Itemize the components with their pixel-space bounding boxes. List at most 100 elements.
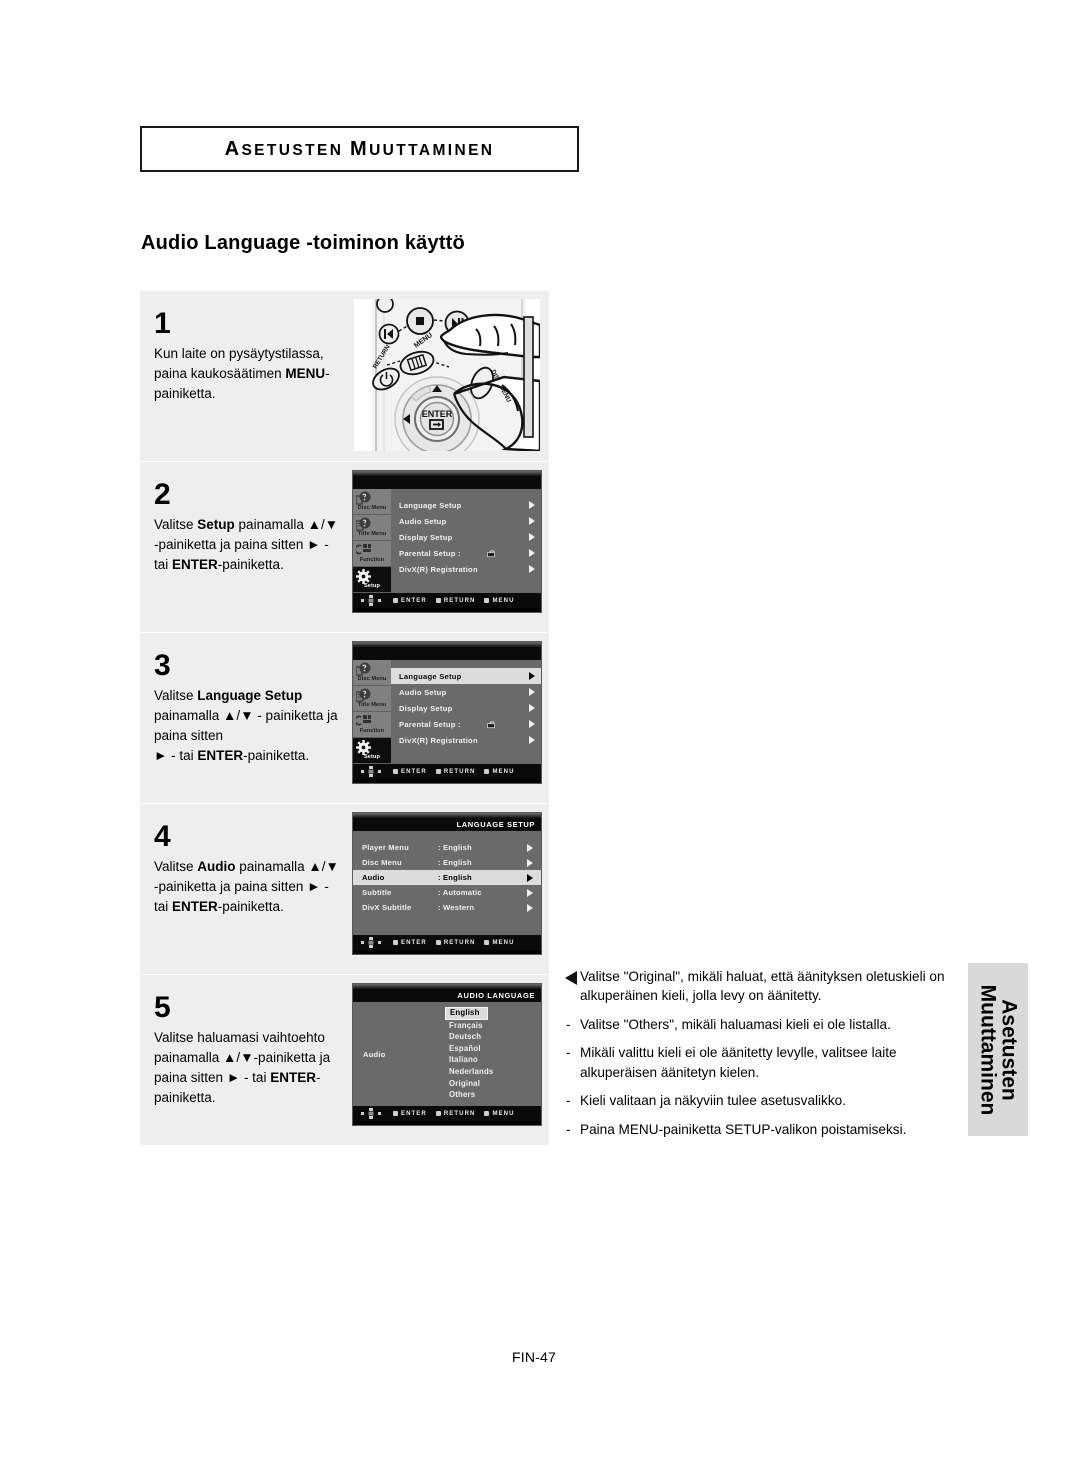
manual-page: ASETUSTEN MUUTTAMINEN Audio Language -to… <box>0 0 1080 1482</box>
row-label: Player Menu <box>362 843 409 852</box>
step-1-number: 1 <box>154 307 171 340</box>
row-player-menu[interactable]: Player Menu : English <box>353 840 541 855</box>
dpad-icon <box>361 937 381 948</box>
gear-icon <box>356 740 371 755</box>
sidebar-item-disc-menu[interactable]: Disc Menu <box>353 489 391 515</box>
audio-language-title: AUDIO LANGUAGE <box>353 989 541 1002</box>
hint-return-label: RETURN <box>443 768 476 775</box>
sidebar-item-function[interactable]: Function <box>353 712 391 738</box>
page-title: Audio Language -toiminon käyttö <box>141 232 465 254</box>
sidebar-item-setup[interactable]: Setup <box>353 567 391 593</box>
language-setup-screen: LANGUAGE SETUP Player Menu : English Dis… <box>352 812 542 955</box>
menu-row-parental-setup[interactable]: Parental Setup : <box>391 545 541 561</box>
note-text: Kieli valitaan ja näkyviin tulee asetusv… <box>580 1093 846 1109</box>
audio-option-espanol[interactable]: Español <box>445 1043 541 1055</box>
menu-row-audio-setup[interactable]: Audio Setup <box>391 513 541 529</box>
language-setup-rows: Player Menu : English Disc Menu : Englis… <box>353 831 541 935</box>
step-5-body: Valitse haluamasi vaihtoehto painamalla … <box>154 1030 331 1105</box>
remote-illustration: MENU RETURN DISC MENU <box>354 299 540 451</box>
step-4-text: 4 Valitse Audio painamalla ▲/▼ -painiket… <box>140 804 345 974</box>
chevron-right-icon <box>527 903 533 912</box>
row-label: Disc Menu <box>362 858 402 867</box>
row-label: Audio <box>362 873 385 882</box>
step-1-media: MENU RETURN DISC MENU <box>345 291 549 461</box>
sidebar-item-title-menu[interactable]: Title Menu <box>353 515 391 541</box>
menu-row-language-setup[interactable]: Language Setup <box>391 668 541 684</box>
menu-row-label: DivX(R) Registration <box>399 564 478 574</box>
audio-language-screen: AUDIO LANGUAGE Audio English Français De… <box>352 983 542 1126</box>
audio-label-column: Audio <box>353 1002 445 1106</box>
audio-option-francais[interactable]: Français <box>445 1020 541 1032</box>
audio-option-others[interactable]: Others <box>445 1089 541 1101</box>
osd-titlebar <box>353 647 541 660</box>
hint-enter: ENTER <box>393 598 427 604</box>
step-4-body: Valitse Audio painamalla ▲/▼ -painiketta… <box>154 859 339 914</box>
osd-sidebar: Disc Menu Title Menu Function Setup <box>353 660 391 764</box>
side-tab-line-1: Asetusten <box>997 998 1021 1101</box>
hint-menu: MENU <box>484 598 514 604</box>
row-label: DivX Subtitle <box>362 903 412 912</box>
osd-main: Disc Menu Title Menu Function Setup Lang… <box>353 489 541 593</box>
menu-row-parental-setup[interactable]: Parental Setup : <box>391 716 541 732</box>
step-3-text: 3 Valitse Language Setup painamalla ▲/▼ … <box>140 633 345 803</box>
step-3-number: 3 <box>154 649 171 682</box>
chapter-header-label: ASETUSTEN MUUTTAMINEN <box>224 137 495 160</box>
audio-option-deutsch[interactable]: Deutsch <box>445 1031 541 1043</box>
notes-list: - Valitse "Original", mikäli haluat, ett… <box>565 967 956 1148</box>
page-number: FIN-47 <box>512 1349 556 1365</box>
function-icon <box>354 543 372 558</box>
osd-bottom-bar: ENTER RETURN MENU <box>353 764 541 779</box>
language-setup-title: LANGUAGE SETUP <box>353 818 541 831</box>
audio-option-original[interactable]: Original <box>445 1078 541 1090</box>
hint-menu-label: MENU <box>492 1110 515 1117</box>
step-4-number: 4 <box>154 820 171 853</box>
svg-text:ENTER: ENTER <box>422 409 453 419</box>
audio-option-nederlands[interactable]: Nederlands <box>445 1066 541 1078</box>
menu-row-audio-setup[interactable]: Audio Setup <box>391 684 541 700</box>
row-value: : English <box>438 858 472 867</box>
hint-menu: MENU <box>484 1111 514 1117</box>
osd-bottom-bar: ENTER RETURN MENU <box>353 935 541 950</box>
row-subtitle[interactable]: Subtitle : Automatic <box>353 885 541 900</box>
chevron-right-icon <box>527 858 533 867</box>
sidebar-label-disc-menu: Disc Menu <box>357 676 387 683</box>
step-1-text: 1 Kun laite on pysäytystilassa, paina ka… <box>140 291 345 461</box>
sidebar-item-disc-menu[interactable]: Disc Menu <box>353 660 391 686</box>
row-disc-menu[interactable]: Disc Menu : English <box>353 855 541 870</box>
side-tab-line-2: Muuttaminen <box>976 984 999 1115</box>
hint-return-label: RETURN <box>443 939 476 946</box>
side-tab: Asetusten Muuttaminen <box>968 963 1028 1136</box>
menu-row-divx-registration[interactable]: DivX(R) Registration <box>391 732 541 748</box>
menu-row-label: Audio Setup <box>399 687 447 697</box>
row-divx-subtitle[interactable]: DivX Subtitle : Western <box>353 900 541 915</box>
chevron-right-icon <box>529 672 535 680</box>
sidebar-item-title-menu[interactable]: Title Menu <box>353 686 391 712</box>
sidebar-label-setup: Setup <box>363 754 381 761</box>
audio-option-italiano[interactable]: Italiano <box>445 1054 541 1066</box>
step-2-media: Disc Menu Title Menu Function Setup Lang… <box>345 462 549 632</box>
menu-row-display-setup[interactable]: Display Setup <box>391 529 541 545</box>
menu-row-divx-registration[interactable]: DivX(R) Registration <box>391 561 541 577</box>
audio-option-english[interactable]: English <box>445 1007 488 1020</box>
menu-row-display-setup[interactable]: Display Setup <box>391 700 541 716</box>
row-audio[interactable]: Audio : English <box>353 870 541 885</box>
osd-bottom-bar: ENTER RETURN MENU <box>353 1106 541 1121</box>
hint-menu-label: MENU <box>492 939 515 946</box>
note-item: - Mikäli valittu kieli ei ole äänitetty … <box>566 1043 956 1082</box>
menu-row-label: Parental Setup : <box>399 719 461 729</box>
chevron-right-icon <box>527 888 533 897</box>
note-text: Paina MENU-painiketta SETUP-valikon pois… <box>580 1121 907 1137</box>
osd-top-shine <box>353 984 541 989</box>
setup-menu-screen-highlighted: Disc Menu Title Menu Function Setup Lang… <box>352 641 542 784</box>
sidebar-item-setup[interactable]: Setup <box>353 738 391 764</box>
gear-icon <box>356 569 371 584</box>
step-4: 4 Valitse Audio painamalla ▲/▼ -painiket… <box>140 804 549 975</box>
menu-row-language-setup[interactable]: Language Setup <box>391 497 541 513</box>
menu-row-label: Audio Setup <box>399 516 447 526</box>
note-item: - Kieli valitaan ja näkyviin tulee asetu… <box>566 1091 956 1110</box>
hint-return: RETURN <box>435 1111 476 1117</box>
audio-label: Audio <box>363 1049 386 1059</box>
sidebar-label-function: Function <box>359 557 385 564</box>
sidebar-item-function[interactable]: Function <box>353 541 391 567</box>
sidebar-label-disc-menu: Disc Menu <box>357 505 387 512</box>
